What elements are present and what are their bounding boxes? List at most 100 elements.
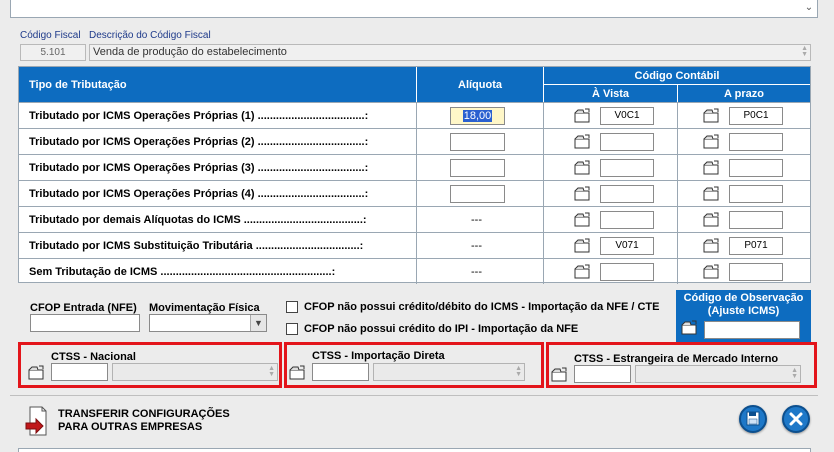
col-header-codigo-contabil: Código Contábil bbox=[544, 67, 810, 84]
transfer-line1: TRANSFERIR CONFIGURAÇÕES bbox=[58, 408, 230, 420]
folder-search-icon[interactable] bbox=[574, 186, 592, 201]
folder-search-icon[interactable] bbox=[703, 238, 721, 253]
row-label: Sem Tributação de ICMS .................… bbox=[29, 266, 336, 278]
fiscal-desc-label: Descrição do Código Fiscal bbox=[89, 30, 211, 41]
folder-search-icon[interactable] bbox=[703, 160, 721, 175]
aprazo-input[interactable] bbox=[729, 211, 783, 229]
table-row: Tributado por ICMS Substituição Tributár… bbox=[19, 232, 810, 258]
col-header-avista: À Vista bbox=[544, 85, 677, 102]
spin-arrows-icon: ▲ ▼ bbox=[801, 45, 808, 58]
transfer-arrow-icon[interactable] bbox=[24, 405, 50, 437]
ctss-nacional-label: CTSS - Nacional bbox=[51, 351, 136, 363]
floppy-disk-icon bbox=[746, 411, 760, 426]
chk-ipi-credito[interactable] bbox=[286, 323, 298, 335]
folder-search-icon[interactable] bbox=[289, 365, 307, 380]
observacao-input[interactable] bbox=[704, 321, 800, 339]
table-row: Tributado por ICMS Operações Próprias (2… bbox=[19, 128, 810, 154]
folder-search-icon[interactable] bbox=[703, 212, 721, 227]
aprazo-input[interactable] bbox=[729, 159, 783, 177]
avista-input[interactable]: V0C1 bbox=[600, 107, 654, 125]
folder-search-icon[interactable] bbox=[574, 108, 592, 123]
ctss-nacional-panel: CTSS - Nacional ▲ ▼ bbox=[18, 342, 282, 388]
fiscal-desc-value: Venda de produção do estabelecimento bbox=[93, 46, 287, 58]
aliquota-na: --- bbox=[471, 266, 482, 278]
aliquota-input[interactable] bbox=[450, 133, 505, 151]
ctss-importacao-code-input[interactable] bbox=[312, 363, 369, 381]
close-icon bbox=[789, 412, 803, 426]
avista-input[interactable] bbox=[600, 211, 654, 229]
footer-divider bbox=[10, 395, 818, 396]
row-label: Tributado por ICMS Operações Próprias (1… bbox=[29, 110, 369, 122]
folder-search-icon[interactable] bbox=[703, 264, 721, 279]
spin-arrows-icon: ▲ ▼ bbox=[268, 365, 275, 378]
aprazo-input[interactable]: P0C1 bbox=[729, 107, 783, 125]
table-row: Tributado por demais Alíquotas do ICMS .… bbox=[19, 206, 810, 232]
folder-search-icon[interactable] bbox=[574, 264, 592, 279]
chk-ipi-credito-label: CFOP não possui crédito do IPI - Importa… bbox=[304, 323, 579, 335]
aliquota-input[interactable] bbox=[450, 185, 505, 203]
observacao-panel: Código de Observação (Ajuste ICMS) bbox=[676, 290, 811, 342]
chk-icms-credito-label: CFOP não possui crédito/débito do ICMS -… bbox=[304, 301, 660, 313]
chk-icms-credito[interactable] bbox=[286, 301, 298, 313]
aliquota-input[interactable] bbox=[450, 159, 505, 177]
ctss-nacional-desc[interactable]: ▲ ▼ bbox=[112, 363, 278, 381]
folder-search-icon[interactable] bbox=[681, 320, 699, 335]
top-scroll-panel: ⌄ bbox=[10, 0, 818, 18]
folder-search-icon[interactable] bbox=[703, 134, 721, 149]
chevron-down-icon[interactable]: ⌄ bbox=[803, 2, 815, 14]
avista-input[interactable] bbox=[600, 159, 654, 177]
row-label: Tributado por ICMS Operações Próprias (3… bbox=[29, 162, 369, 174]
folder-search-icon[interactable] bbox=[551, 367, 569, 382]
aprazo-input[interactable] bbox=[729, 185, 783, 203]
avista-input[interactable] bbox=[600, 133, 654, 151]
cfop-entrada-label: CFOP Entrada (NFE) bbox=[30, 302, 137, 314]
aliquota-input[interactable]: 18,00 bbox=[450, 107, 505, 125]
save-button[interactable] bbox=[739, 405, 767, 433]
row-label: Tributado por demais Alíquotas do ICMS .… bbox=[29, 214, 367, 226]
close-button[interactable] bbox=[782, 405, 810, 433]
table-row: Tributado por ICMS Operações Próprias (1… bbox=[19, 102, 810, 128]
ctss-estrangeira-desc[interactable]: ▲ ▼ bbox=[635, 365, 801, 383]
mov-fisica-select[interactable]: ▼ bbox=[149, 314, 267, 332]
table-row: Sem Tributação de ICMS .................… bbox=[19, 258, 810, 284]
aprazo-input[interactable]: P071 bbox=[729, 237, 783, 255]
bottom-panel-edge bbox=[18, 448, 811, 452]
folder-search-icon[interactable] bbox=[574, 212, 592, 227]
mov-fisica-label: Movimentação Física bbox=[149, 302, 260, 314]
row-label: Tributado por ICMS Operações Próprias (4… bbox=[29, 188, 369, 200]
spin-arrows-icon: ▲ ▼ bbox=[515, 365, 522, 378]
folder-search-icon[interactable] bbox=[574, 160, 592, 175]
folder-search-icon[interactable] bbox=[703, 108, 721, 123]
aprazo-input[interactable] bbox=[729, 133, 783, 151]
avista-input[interactable]: V071 bbox=[600, 237, 654, 255]
folder-search-icon[interactable] bbox=[574, 134, 592, 149]
transfer-line2: PARA OUTRAS EMPRESAS bbox=[58, 421, 203, 433]
ctss-estrangeira-code-input[interactable] bbox=[574, 365, 631, 383]
aliquota-value: 18,00 bbox=[462, 110, 493, 122]
row-label: Tributado por ICMS Substituição Tributár… bbox=[29, 240, 364, 252]
cfop-entrada-input[interactable] bbox=[30, 314, 140, 332]
tax-table: Tipo de Tributação Alíquota Código Contá… bbox=[18, 66, 811, 284]
col-header-aliquota: Alíquota bbox=[417, 67, 543, 102]
chevron-down-icon[interactable]: ▼ bbox=[250, 315, 266, 331]
ctss-importacao-panel: CTSS - Importação Direta ▲ ▼ bbox=[284, 342, 544, 388]
col-header-tipo: Tipo de Tributação bbox=[19, 67, 416, 102]
ctss-nacional-code-input[interactable] bbox=[51, 363, 108, 381]
col-header-aprazo: A prazo bbox=[678, 85, 810, 102]
fiscal-code-field[interactable]: 5.101 bbox=[20, 44, 86, 61]
folder-search-icon[interactable] bbox=[574, 238, 592, 253]
ctss-importacao-label: CTSS - Importação Direta bbox=[312, 350, 445, 362]
fiscal-desc-field[interactable]: Venda de produção do estabelecimento ▲ ▼ bbox=[89, 44, 811, 61]
ctss-estrangeira-label: CTSS - Estrangeira de Mercado Interno bbox=[574, 353, 779, 365]
avista-input[interactable] bbox=[600, 185, 654, 203]
ctss-importacao-desc[interactable]: ▲ ▼ bbox=[373, 363, 525, 381]
transfer-config-link[interactable]: TRANSFERIR CONFIGURAÇÕES PARA OUTRAS EMP… bbox=[58, 408, 230, 434]
spin-arrows-icon: ▲ ▼ bbox=[791, 367, 798, 380]
aliquota-na: --- bbox=[471, 240, 482, 252]
avista-input[interactable] bbox=[600, 263, 654, 281]
aprazo-input[interactable] bbox=[729, 263, 783, 281]
folder-search-icon[interactable] bbox=[703, 186, 721, 201]
aliquota-na: --- bbox=[471, 214, 482, 226]
folder-search-icon[interactable] bbox=[28, 365, 46, 380]
ctss-estrangeira-panel: CTSS - Estrangeira de Mercado Interno ▲ ▼ bbox=[546, 342, 817, 388]
